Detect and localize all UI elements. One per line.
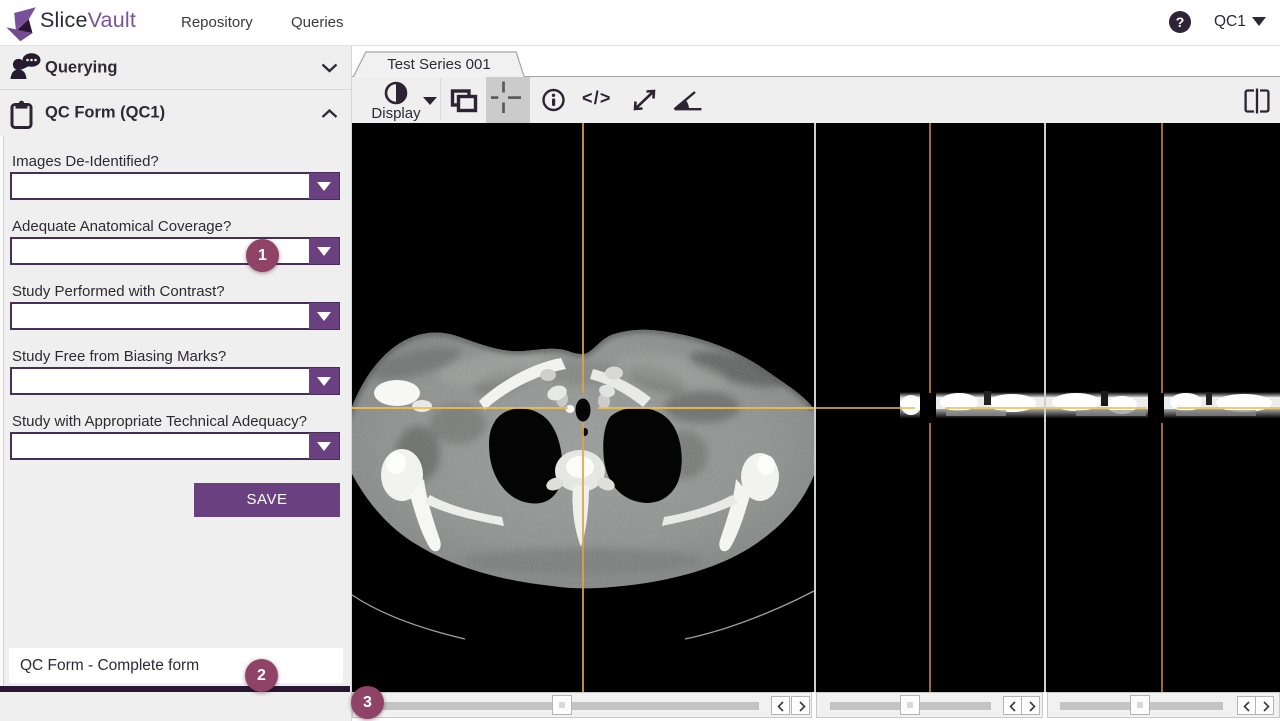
svg-text:Test Series 001: Test Series 001	[387, 56, 490, 73]
